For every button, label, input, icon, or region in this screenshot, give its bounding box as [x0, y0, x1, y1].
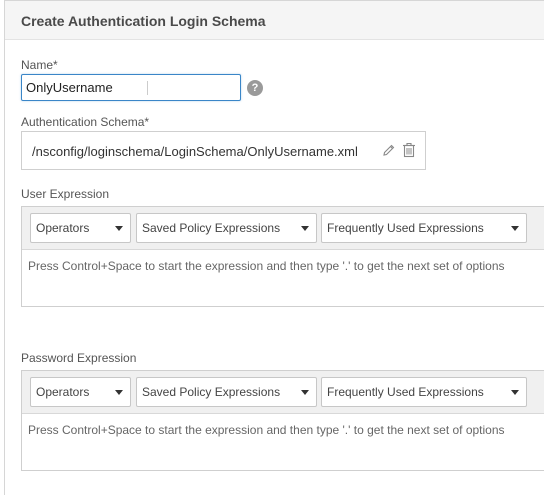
schema-label: Authentication Schema* [21, 115, 150, 129]
password-frequent-dropdown[interactable]: Frequently Used Expressions [321, 377, 527, 407]
password-saved-policy-label: Saved Policy Expressions [142, 385, 281, 399]
help-icon[interactable]: ? [247, 80, 263, 96]
chevron-down-icon [511, 390, 519, 395]
password-expression-toolbar: Operators Saved Policy Expressions Frequ… [22, 371, 544, 414]
chevron-down-icon [511, 226, 519, 231]
name-input[interactable] [21, 74, 241, 101]
password-operators-label: Operators [36, 385, 90, 399]
name-label: Name* [21, 58, 58, 72]
create-login-schema-dialog: Create Authentication Login Schema Name*… [4, 0, 544, 495]
user-operators-label: Operators [36, 221, 90, 235]
user-expression-textarea[interactable]: Press Control+Space to start the express… [28, 259, 505, 273]
user-expression-toolbar: Operators Saved Policy Expressions Frequ… [22, 207, 544, 250]
trash-icon[interactable] [402, 142, 416, 158]
dialog-header: Create Authentication Login Schema [5, 1, 544, 40]
chevron-down-icon [115, 390, 123, 395]
password-operators-dropdown[interactable]: Operators [30, 377, 131, 407]
user-frequent-label: Frequently Used Expressions [327, 221, 484, 235]
password-expression-label: Password Expression [21, 351, 137, 365]
chevron-down-icon [301, 390, 309, 395]
user-operators-dropdown[interactable]: Operators [30, 213, 131, 243]
password-saved-policy-dropdown[interactable]: Saved Policy Expressions [136, 377, 317, 407]
password-expression-textarea[interactable]: Press Control+Space to start the express… [28, 423, 505, 437]
user-frequent-dropdown[interactable]: Frequently Used Expressions [321, 213, 527, 243]
chevron-down-icon [115, 226, 123, 231]
text-cursor [147, 81, 148, 95]
pencil-icon[interactable] [382, 143, 396, 157]
user-saved-policy-label: Saved Policy Expressions [142, 221, 281, 235]
schema-path: /nsconfig/loginschema/LoginSchema/OnlyUs… [32, 144, 358, 159]
chevron-down-icon [301, 226, 309, 231]
user-saved-policy-dropdown[interactable]: Saved Policy Expressions [136, 213, 317, 243]
user-expression-editor: Operators Saved Policy Expressions Frequ… [21, 206, 544, 307]
password-frequent-label: Frequently Used Expressions [327, 385, 484, 399]
password-expression-editor: Operators Saved Policy Expressions Frequ… [21, 370, 544, 471]
dialog-title: Create Authentication Login Schema [21, 13, 266, 29]
schema-field: /nsconfig/loginschema/LoginSchema/OnlyUs… [21, 131, 426, 170]
user-expression-label: User Expression [21, 187, 110, 201]
